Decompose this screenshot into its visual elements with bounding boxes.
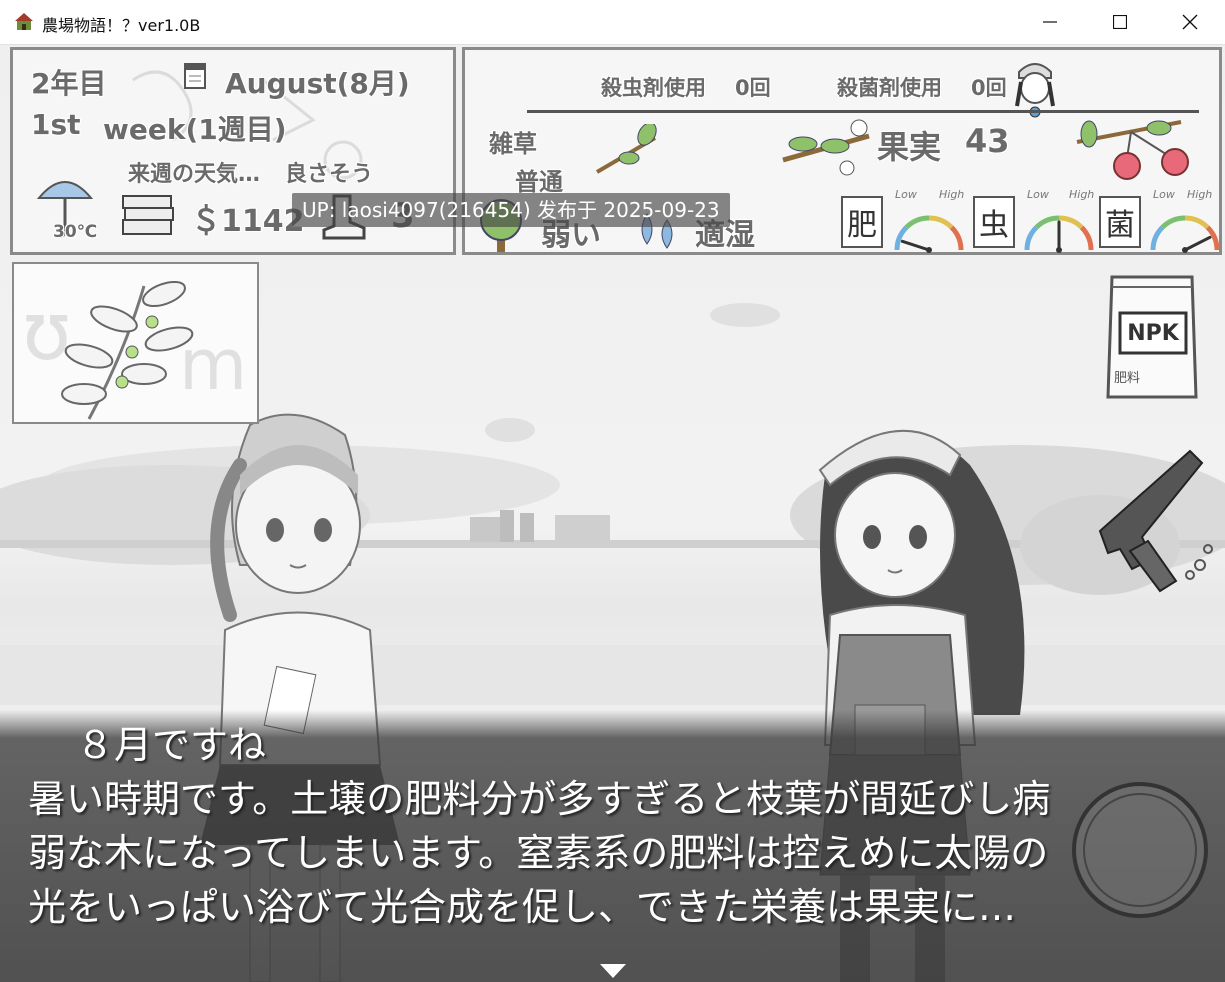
dialog-line-1: ８月ですね xyxy=(76,723,267,767)
gauge-arc-segment xyxy=(1058,215,1084,230)
forecast-label: 来週の天気… xyxy=(128,162,261,187)
fungicide-label: 殺菌剤使用 xyxy=(837,76,942,100)
pesticide-count: 0回 xyxy=(735,76,771,100)
gauge-pivot xyxy=(926,247,932,253)
gauge-arc-segment xyxy=(1079,225,1094,251)
gauge-arc-segment xyxy=(904,215,930,230)
pest-gauge xyxy=(1024,215,1094,253)
fruit-count: 43 xyxy=(965,122,1010,160)
dialog-box[interactable]: ８月ですね 暑い時期です。土壌の肥料分が多すぎると枝葉が間延びし病 弱な木になっ… xyxy=(0,710,1225,982)
forecast-value: 良さそう xyxy=(285,162,374,187)
fertilizer-gauge xyxy=(894,215,964,253)
branch-icon xyxy=(595,124,657,174)
speaker-portrait-icon xyxy=(1072,782,1208,918)
pesticide-label: 殺虫剤使用 xyxy=(601,76,706,100)
gauge-arc-segment xyxy=(1160,215,1186,230)
gauge-arc-segment xyxy=(928,215,954,230)
cherry-icon xyxy=(1076,120,1189,180)
gauge-arc-segment xyxy=(894,225,909,251)
dialog-line-3: 弱な木になってしまいます。窒素系の肥料は控えめに太陽の xyxy=(28,831,1049,875)
game-viewport[interactable]: 2年目 August(8月) 1st week(1週目) 来週の天気… 良さそう… xyxy=(0,45,1225,982)
close-icon xyxy=(1182,14,1198,30)
advance-arrow-icon[interactable] xyxy=(598,962,628,980)
gauge-arc-segment xyxy=(949,225,964,251)
disease-gauge-kanji: 菌 xyxy=(1099,196,1141,248)
money-stack-icon xyxy=(122,195,174,235)
temperature-label: 30℃ xyxy=(53,222,98,242)
money-label: ＄1142 xyxy=(191,204,305,239)
week-number: 1st xyxy=(31,108,81,141)
maximize-button[interactable] xyxy=(1085,0,1155,44)
gauge-needle xyxy=(900,239,931,252)
calendar-icon xyxy=(184,63,206,89)
upload-watermark: UP: laosi4097(216454) 发布于 2025-09-23 xyxy=(292,193,730,227)
gauge-arc-segment xyxy=(1150,225,1165,251)
fungicide-count: 0回 xyxy=(971,76,1007,100)
fertilizer-bag-icon[interactable]: NPK 肥料 xyxy=(1104,273,1200,401)
year-label: 2年目 xyxy=(31,67,107,100)
gauge-arc-segment xyxy=(1184,215,1210,230)
weeds-value: 普通 xyxy=(515,168,563,196)
minimize-icon xyxy=(1043,21,1057,23)
fertilizer-bag-label: NPK xyxy=(1127,321,1179,346)
plant-thumbnail[interactable]: ʊ m xyxy=(12,262,259,424)
window-titlebar: 農場物語！？ver1.0B xyxy=(0,0,1225,45)
dialog-line-2: 暑い時期です。土壌の肥料分が多すぎると枝葉が間延びし病 xyxy=(28,777,1051,821)
fertilizer-gauge-kanji: 肥 xyxy=(841,196,883,248)
pistol-icon[interactable] xyxy=(1090,441,1220,601)
svg-text:ʊ: ʊ xyxy=(22,285,71,378)
minimize-button[interactable] xyxy=(1015,0,1085,44)
window-title: 農場物語！？ver1.0B xyxy=(42,16,201,35)
close-button[interactable] xyxy=(1155,0,1225,44)
maximize-icon xyxy=(1113,15,1127,29)
weeds-label: 雑草 xyxy=(489,130,537,158)
girl-avatar-icon xyxy=(1015,63,1055,118)
farm-app-icon xyxy=(15,13,33,30)
gauge-pivot xyxy=(1056,247,1062,253)
month-label: August(8月) xyxy=(225,67,410,100)
disease-gauge xyxy=(1150,215,1220,253)
dialog-line-4: 光をいっぱい浴びて光合成を促し、できた栄養は果実に… xyxy=(28,885,1017,929)
fertilizer-bag-caption: 肥料 xyxy=(1114,371,1141,386)
flower-branch-icon xyxy=(782,119,870,176)
fruit-label: 果実 xyxy=(877,128,942,166)
week-label: week(1週目) xyxy=(103,113,287,146)
gauge-pivot xyxy=(1182,247,1188,253)
gauge-arc-segment xyxy=(1024,225,1039,251)
gauge-arc-segment xyxy=(1034,215,1060,230)
plant-sprout-icon: ʊ m xyxy=(22,280,247,420)
gauge-needle xyxy=(1183,235,1212,252)
pest-gauge-kanji: 虫 xyxy=(973,196,1015,248)
